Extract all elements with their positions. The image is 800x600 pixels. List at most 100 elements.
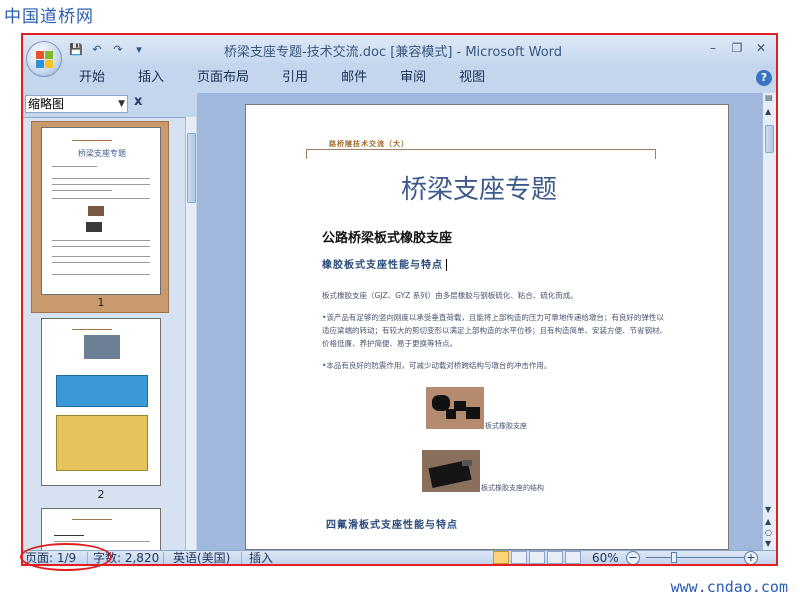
document-area: 路桥隧技术交流〔大〕 桥梁支座专题 公路桥梁板式橡胶支座 橡胶板式支座性能与特点… <box>197 93 762 550</box>
word-count-status[interactable]: 字数: 2,820 <box>93 550 159 564</box>
scroll-down-icon[interactable]: ▼ <box>765 505 771 514</box>
undo-icon[interactable]: ↶ <box>88 40 106 58</box>
status-separator <box>163 552 164 564</box>
previous-page-icon[interactable]: ▲ <box>765 517 771 526</box>
tab-mailings[interactable]: 邮件 <box>329 67 379 89</box>
outline-view-icon[interactable] <box>547 551 563 564</box>
tab-references[interactable]: 引用 <box>270 67 320 89</box>
title-bar: 💾 ↶ ↷ ▾ 桥梁支座专题-技术交流.doc [兼容模式] - Microso… <box>23 35 776 63</box>
restore-button[interactable]: ❐ <box>726 39 748 57</box>
thumbnail-scrollbar-thumb[interactable] <box>187 133 196 203</box>
zoom-in-button[interactable]: + <box>744 551 758 564</box>
image-caption-1: 板式橡胶支座 <box>485 422 527 430</box>
window-title: 桥梁支座专题-技术交流.doc [兼容模式] - Microsoft Word <box>223 45 563 60</box>
thumb-title: 桥梁支座专题 <box>78 149 126 158</box>
page-header-tick <box>655 149 656 159</box>
tab-view[interactable]: 视图 <box>447 67 497 89</box>
thumb-line <box>52 274 150 275</box>
paragraph-3: •本品有良好的防震作用，可减少动载对桥跨结构与墩台的冲击作用。 <box>322 361 552 370</box>
minimize-button[interactable]: – <box>702 39 724 57</box>
next-page-icon[interactable]: ▼ <box>765 539 771 548</box>
thumb-image <box>84 335 120 359</box>
highlight-frame: 💾 ↶ ↷ ▾ 桥梁支座专题-技术交流.doc [兼容模式] - Microso… <box>21 33 778 566</box>
thumbnail-page-1[interactable]: 桥梁支座专题 <box>41 127 161 295</box>
quick-access-toolbar: 💾 ↶ ↷ ▾ <box>67 40 148 58</box>
document-scrollbar[interactable]: ▤ ▲ ▼ ▲ ○ ▼ <box>762 93 776 550</box>
zoom-slider[interactable] <box>646 557 746 558</box>
thumb-table <box>56 415 148 471</box>
help-icon[interactable]: ? <box>756 70 772 86</box>
scroll-up-icon[interactable]: ▲ <box>765 107 771 116</box>
heading-1: 公路桥梁板式橡胶支座 <box>322 231 453 246</box>
print-layout-view-icon[interactable] <box>493 551 509 564</box>
thumb-line <box>52 178 150 179</box>
select-browse-object-icon[interactable]: ○ <box>765 528 772 537</box>
thumbnail-pane-header: 缩略图 ▼ x <box>23 93 194 115</box>
ribbon-tabs: 开始 插入 页面布局 引用 邮件 审阅 视图 <box>67 67 506 89</box>
save-icon[interactable]: 💾 <box>67 40 85 58</box>
thumbnail-page-2[interactable] <box>41 318 161 486</box>
thumb-line <box>54 535 84 536</box>
view-ruler-icon[interactable]: ▤ <box>765 93 773 102</box>
thumbnail-page-number: 2 <box>97 488 105 501</box>
navigation-view-select[interactable]: 缩略图 ▼ <box>25 95 128 113</box>
status-separator <box>241 552 242 564</box>
thumb-header-line <box>72 140 112 141</box>
thumb-line <box>52 256 150 257</box>
thumbnail-page-3[interactable] <box>41 508 161 550</box>
redo-icon[interactable]: ↷ <box>109 40 127 58</box>
thumb-line <box>54 541 150 542</box>
thumb-table <box>56 375 148 407</box>
document-page[interactable]: 路桥隧技术交流〔大〕 桥梁支座专题 公路桥梁板式橡胶支座 橡胶板式支座性能与特点… <box>245 104 729 550</box>
heading-3: 四氟滑板式支座性能与特点 <box>326 520 458 531</box>
thumbnail-pane: 桥梁支座专题 1 2 <box>23 117 185 550</box>
paragraph-2: •该产品有足够的竖向刚度以承受垂直荷载，且能将上部构造的压力可靠地传递给墩台；有… <box>322 313 667 348</box>
word-window: 💾 ↶ ↷ ▾ 桥梁支座专题-技术交流.doc [兼容模式] - Microso… <box>23 35 776 564</box>
page-header-line <box>306 149 656 150</box>
thumb-line <box>52 166 97 167</box>
tab-insert[interactable]: 插入 <box>126 67 176 89</box>
image-caption-2: 板式橡胶支座的结构 <box>481 484 544 492</box>
full-screen-reading-view-icon[interactable] <box>511 551 527 564</box>
paragraph-1: 板式橡胶支座（GJZ、GYZ 系列）由多层橡胶与钢板硫化、粘合、硫化而成。 <box>322 291 578 300</box>
close-pane-button[interactable]: x <box>134 94 142 109</box>
close-button[interactable]: ✕ <box>750 39 772 57</box>
zoom-level[interactable]: 60% <box>592 550 619 564</box>
thumb-line <box>52 198 150 199</box>
zoom-out-button[interactable]: − <box>626 551 640 564</box>
zoom-slider-handle[interactable] <box>670 552 677 563</box>
heading-2-text: 橡胶板式支座性能与特点 <box>322 260 443 271</box>
tab-home[interactable]: 开始 <box>67 67 117 89</box>
language-status[interactable]: 英语(美国) <box>173 550 230 564</box>
office-button[interactable] <box>26 41 62 77</box>
heading-2: 橡胶板式支座性能与特点 <box>322 256 447 271</box>
status-bar: 页面: 1/9 字数: 2,820 英语(美国) 插入 60% − + <box>23 550 776 564</box>
tab-review[interactable]: 审阅 <box>388 67 438 89</box>
navigation-view-value: 缩略图 <box>28 97 65 111</box>
page-header-tick <box>306 149 307 159</box>
page-count-status[interactable]: 页面: 1/9 <box>25 550 76 564</box>
web-layout-view-icon[interactable] <box>529 551 545 564</box>
thumbnail-page-number: 1 <box>97 296 105 309</box>
draft-view-icon[interactable] <box>565 551 581 564</box>
page-header-text: 路桥隧技术交流〔大〕 <box>329 140 409 148</box>
thumb-image <box>88 206 104 216</box>
chevron-down-icon: ▼ <box>118 99 125 109</box>
insert-mode-status[interactable]: 插入 <box>249 550 273 564</box>
thumbnail-scrollbar[interactable] <box>185 117 196 550</box>
thumb-line <box>52 240 150 241</box>
office-logo-icon <box>36 51 53 68</box>
site-logo: 中国道桥网 <box>4 7 94 27</box>
thumb-line <box>52 184 150 185</box>
tab-page-layout[interactable]: 页面布局 <box>185 67 261 89</box>
thumb-header-line <box>72 519 112 520</box>
document-scrollbar-thumb[interactable] <box>765 125 774 153</box>
thumb-header-line <box>72 329 112 330</box>
thumb-line <box>52 246 150 247</box>
customize-qat-icon[interactable]: ▾ <box>130 40 148 58</box>
thumb-line <box>52 190 112 191</box>
thumb-line <box>52 262 150 263</box>
text-cursor <box>446 259 447 271</box>
window-controls: – ❐ ✕ <box>702 39 772 57</box>
status-separator <box>87 552 88 564</box>
